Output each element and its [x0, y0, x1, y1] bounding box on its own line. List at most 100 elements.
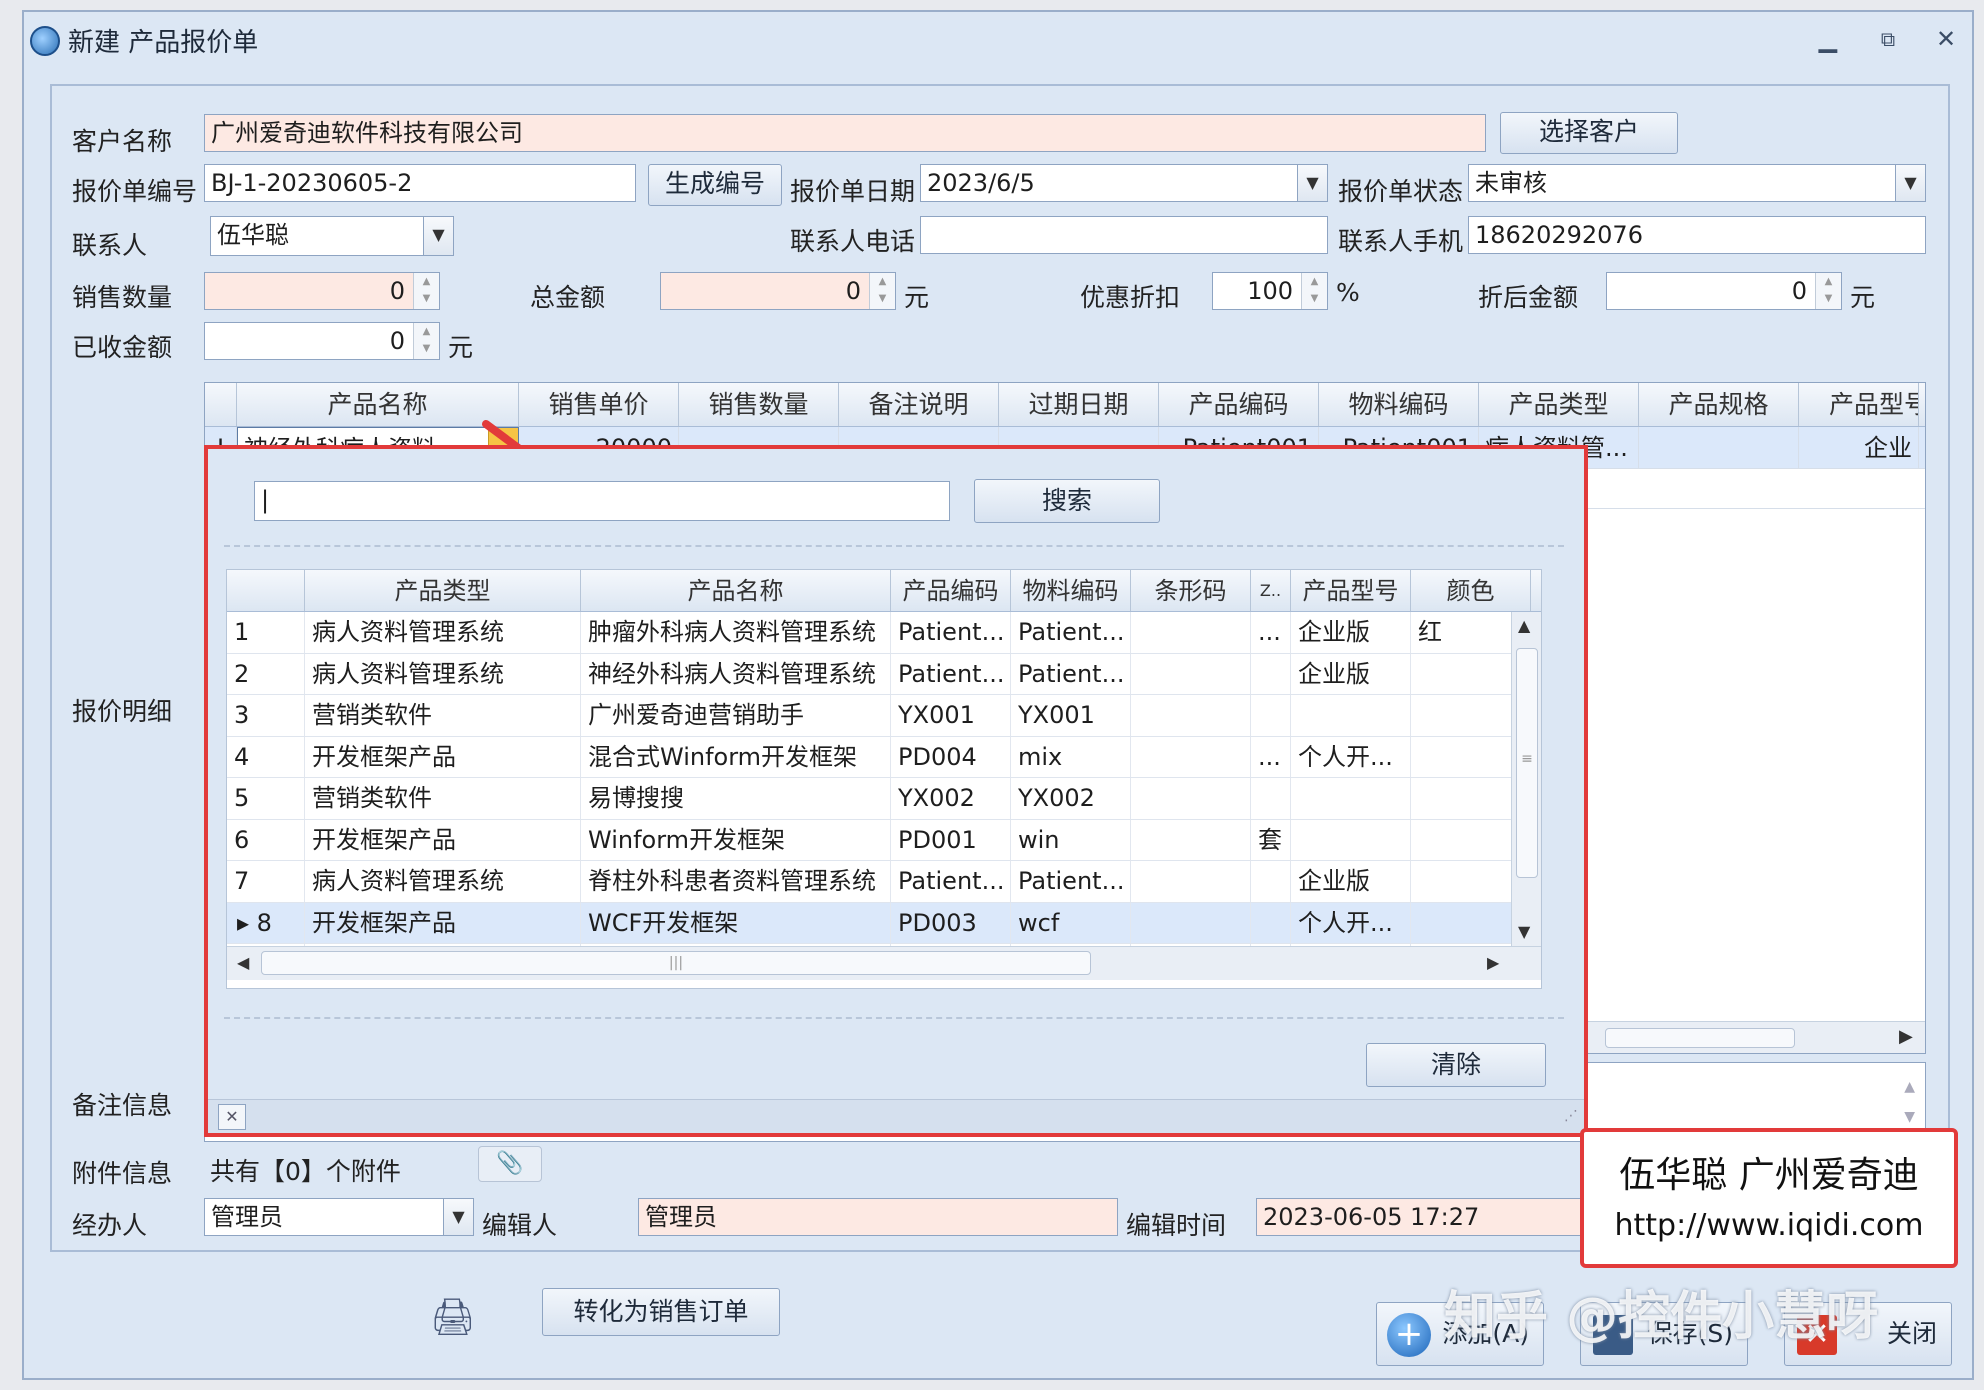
table-cell[interactable]: Patient...: [891, 612, 1011, 653]
table-cell[interactable]: 企业: [1799, 427, 1919, 468]
table-cell[interactable]: [1411, 654, 1511, 695]
table-row[interactable]: 1 病人资料管理系统 肿瘤外科病人资料管理系统 Patient... Patient..…: [227, 612, 1511, 654]
table-cell[interactable]: Patient...: [1011, 653, 1131, 694]
header-cell[interactable]: 物料编码: [1011, 570, 1131, 611]
table-cell[interactable]: [1131, 653, 1251, 694]
table-row[interactable]: 6 开发框架产品 Winform开发框架 PD001 win 套: [227, 819, 1511, 861]
scroll-thumb[interactable]: ≡: [1516, 648, 1538, 878]
table-cell[interactable]: YX002: [1011, 778, 1131, 819]
table-cell[interactable]: Patient...: [1011, 612, 1131, 653]
header-cell[interactable]: 产品规格: [1639, 383, 1799, 426]
table-row[interactable]: 4 开发框架产品 混合式Winform开发框架 PD004 mix... 个人开...: [227, 736, 1511, 778]
generate-no-button[interactable]: 生成编号: [648, 164, 782, 206]
table-cell[interactable]: WCF开发框架: [581, 902, 891, 943]
paperclip-icon[interactable]: 📎: [478, 1146, 542, 1182]
table-cell[interactable]: 开发框架产品: [305, 819, 581, 860]
table-cell[interactable]: ...: [1251, 612, 1291, 653]
spinner-icon[interactable]: ▲ ▼: [1815, 273, 1841, 309]
table-cell[interactable]: 病人资料管理系统: [305, 653, 581, 694]
table-cell[interactable]: [1639, 427, 1799, 468]
scroll-down-icon[interactable]: ▼: [1518, 922, 1530, 941]
table-cell[interactable]: [1131, 819, 1251, 860]
table-cell[interactable]: 个人开...: [1291, 736, 1411, 777]
contact-phone-field[interactable]: [920, 216, 1328, 254]
received-field[interactable]: 0 ▲ ▼: [204, 322, 440, 360]
spinner-icon[interactable]: ▲ ▼: [413, 273, 439, 309]
product-hscroll[interactable]: ◀ ||| ▶: [227, 946, 1541, 980]
table-row[interactable]: 7 病人资料管理系统 脊柱外科患者资料管理系统 Patient... Patient..…: [227, 861, 1511, 903]
edit-time-field[interactable]: 2023-06-05 17:27: [1256, 1198, 1596, 1236]
chevron-down-icon[interactable]: ▼: [423, 217, 453, 255]
minimize-icon[interactable]: ▁: [1810, 24, 1846, 54]
table-cell[interactable]: ...: [1251, 736, 1291, 777]
table-cell[interactable]: 开发框架产品: [305, 902, 581, 943]
header-cell[interactable]: 颜色: [1411, 570, 1531, 611]
table-cell[interactable]: Patient...: [1011, 861, 1131, 902]
header-cell[interactable]: 销售数量: [679, 383, 839, 426]
table-cell[interactable]: PD003: [891, 902, 1011, 943]
header-cell[interactable]: 条形码: [1131, 570, 1251, 611]
quote-date-field[interactable]: 2023/6/5 ▼: [920, 164, 1328, 202]
table-cell[interactable]: [1251, 695, 1291, 736]
customer-field[interactable]: 广州爱奇迪软件科技有限公司: [204, 114, 1486, 152]
convert-order-button[interactable]: 转化为销售订单: [542, 1288, 780, 1336]
header-cell[interactable]: 物料编码: [1319, 383, 1479, 426]
table-cell[interactable]: 肿瘤外科病人资料管理系统: [581, 612, 891, 653]
discount-field[interactable]: 100 ▲ ▼: [1212, 272, 1328, 310]
header-cell[interactable]: 产品编码: [1159, 383, 1319, 426]
chevron-down-icon[interactable]: ▼: [443, 1199, 473, 1235]
table-cell[interactable]: win: [1011, 819, 1131, 860]
table-row[interactable]: ▸ 8 开发框架产品 WCF开发框架 PD003 wcf 个人开...: [227, 902, 1511, 944]
table-cell[interactable]: [1131, 695, 1251, 736]
header-cell[interactable]: 产品名称: [237, 383, 519, 426]
table-cell[interactable]: PD001: [891, 819, 1011, 860]
printer-icon[interactable]: 🖨: [430, 1296, 476, 1338]
table-cell[interactable]: mix: [1011, 736, 1131, 777]
scroll-right-icon[interactable]: ▶: [1899, 1026, 1913, 1047]
table-cell[interactable]: Patient...: [891, 653, 1011, 694]
search-button[interactable]: 搜索: [974, 479, 1160, 523]
table-cell[interactable]: 脊柱外科患者资料管理系统: [581, 861, 891, 902]
table-cell[interactable]: Winform开发框架: [581, 819, 891, 860]
status-field[interactable]: 未审核 ▼: [1468, 164, 1926, 202]
header-cell[interactable]: 产品类型: [305, 570, 581, 611]
clear-button[interactable]: 清除: [1366, 1043, 1546, 1087]
close-popup-icon[interactable]: ✕: [218, 1104, 246, 1130]
spinner-icon[interactable]: ▲ ▼: [413, 323, 439, 359]
table-row[interactable]: 3 营销类软件 广州爱奇迪营销助手 YX001 YX001: [227, 695, 1511, 737]
table-cell[interactable]: wcf: [1011, 902, 1131, 943]
scroll-up-icon[interactable]: ▲: [1518, 616, 1530, 635]
table-cell[interactable]: 企业版: [1291, 653, 1411, 694]
after-discount-field[interactable]: 0 ▲ ▼: [1606, 272, 1842, 310]
table-cell[interactable]: [1411, 903, 1511, 944]
close-icon[interactable]: ✕: [1928, 24, 1964, 54]
product-vscroll[interactable]: ▲ ≡ ▼: [1511, 612, 1541, 946]
table-cell[interactable]: [1131, 612, 1251, 653]
contact-field[interactable]: 伍华聪 ▼: [210, 216, 454, 256]
choose-customer-button[interactable]: 选择客户: [1500, 112, 1678, 154]
scroll-right-icon[interactable]: ▶: [1487, 953, 1499, 972]
spinner-icon[interactable]: ▲ ▼: [869, 273, 895, 309]
table-cell[interactable]: 神经外科病人资料管理系统: [581, 653, 891, 694]
table-cell[interactable]: YX001: [891, 695, 1011, 736]
table-cell[interactable]: 广州爱奇迪营销助手: [581, 695, 891, 736]
scroll-thumb[interactable]: [1605, 1028, 1795, 1048]
scroll-left-icon[interactable]: ◀: [237, 953, 249, 972]
table-row[interactable]: 2 病人资料管理系统 神经外科病人资料管理系统 Patient... Patient..…: [227, 653, 1511, 695]
table-cell[interactable]: [1291, 778, 1411, 819]
chevron-down-icon[interactable]: ▼: [1297, 165, 1327, 201]
table-cell[interactable]: [1251, 902, 1291, 943]
header-cell[interactable]: 产品编码: [891, 570, 1011, 611]
table-cell[interactable]: [1411, 778, 1511, 819]
table-cell[interactable]: [1251, 778, 1291, 819]
quote-no-field[interactable]: BJ-1-20230605-2: [204, 164, 636, 202]
search-input[interactable]: |: [254, 481, 950, 521]
header-cell[interactable]: Z..: [1251, 570, 1291, 611]
table-cell[interactable]: [1131, 778, 1251, 819]
header-cell[interactable]: 产品型号: [1291, 570, 1411, 611]
handler-field[interactable]: 管理员 ▼: [204, 1198, 474, 1236]
table-cell[interactable]: [1251, 653, 1291, 694]
contact-mobile-field[interactable]: 18620292076: [1468, 216, 1926, 254]
scroll-thumb[interactable]: |||: [261, 951, 1091, 975]
table-cell[interactable]: [1131, 861, 1251, 902]
